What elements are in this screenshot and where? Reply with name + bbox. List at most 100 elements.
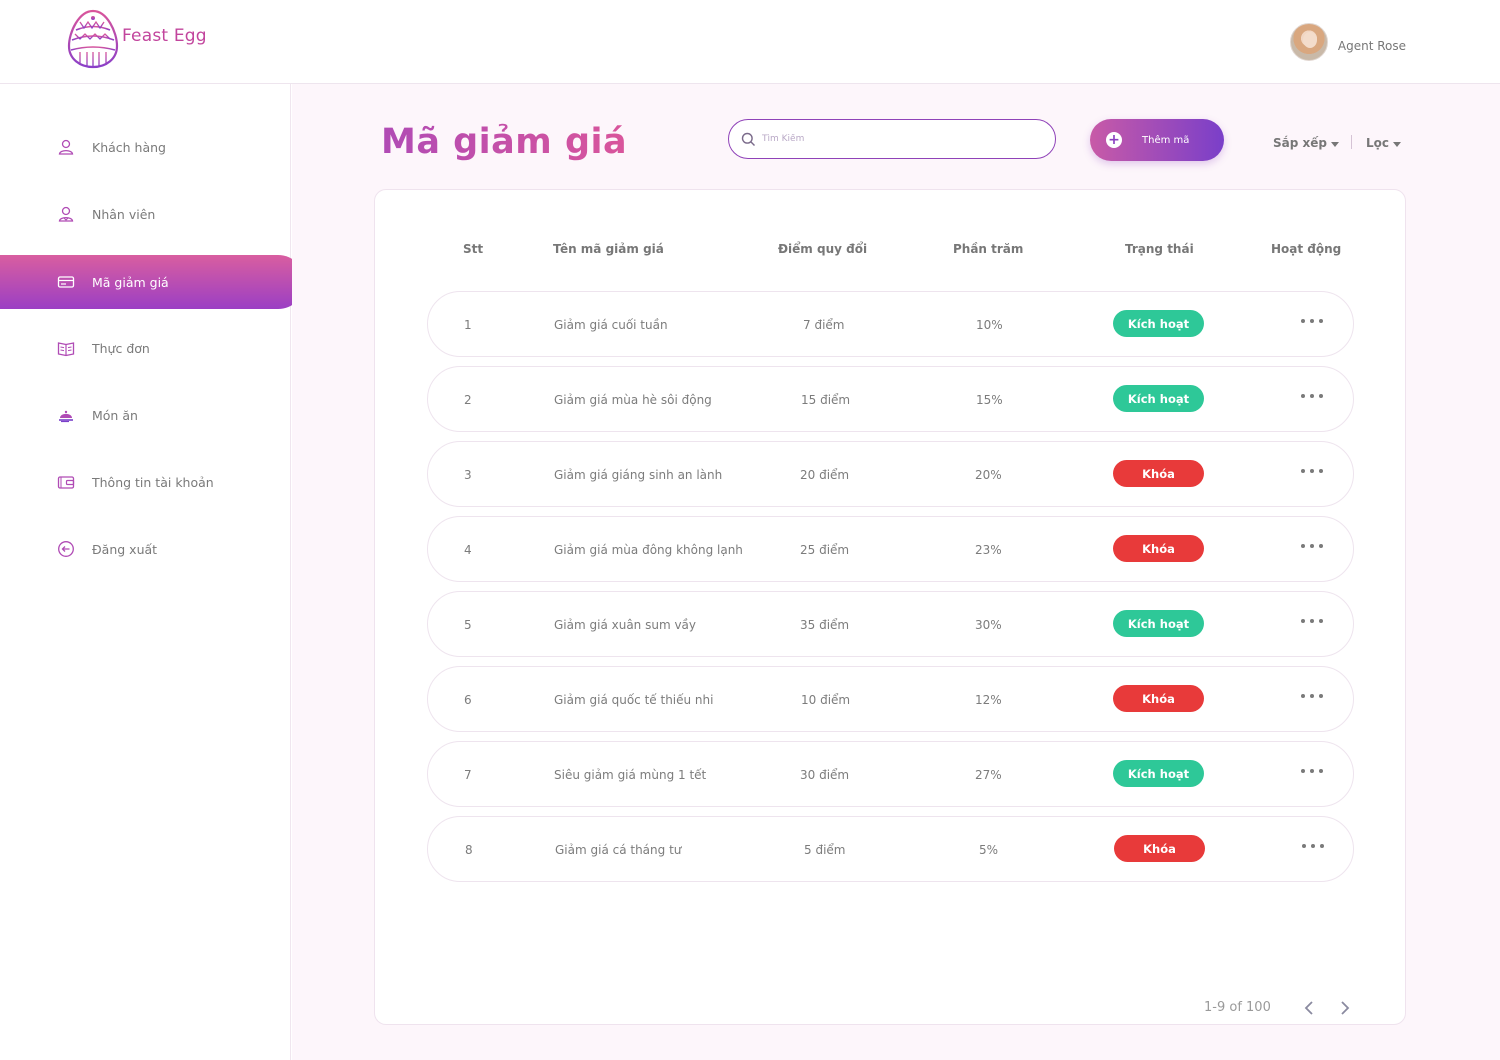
row-stt: 2 (464, 393, 472, 407)
caret-down-icon (1330, 141, 1339, 147)
more-options-icon[interactable] (1301, 464, 1323, 478)
row-stt: 3 (464, 468, 472, 482)
status-badge[interactable]: Khóa (1113, 685, 1204, 712)
row-percent: 5% (979, 843, 999, 857)
search-box[interactable] (728, 119, 1056, 159)
egg-logo-icon (67, 9, 119, 69)
sidebar-item-staff[interactable]: Nhân viên (0, 187, 305, 241)
discount-table-card: Stt Tên mã giảm giá Điểm quy đổi Phần tr… (374, 189, 1406, 1025)
more-options-icon[interactable] (1301, 539, 1323, 553)
page-title: Mã giảm giá (381, 122, 628, 162)
row-points: 7 điểm (803, 318, 845, 332)
table-row[interactable]: 2 Giảm giá mùa hè sôi động 15 điểm 15% K… (427, 366, 1354, 432)
row-name: Giảm giá cá tháng tư (555, 843, 682, 857)
row-stt: 8 (465, 843, 473, 857)
row-name: Siêu giảm giá mùng 1 tết (554, 768, 707, 782)
logout-icon (56, 539, 76, 559)
table-row[interactable]: 3 Giảm giá giáng sinh an lành 20 điểm 20… (427, 441, 1354, 507)
row-name: Giảm giá giáng sinh an lành (554, 468, 723, 482)
user-profile[interactable]: Agent Rose (1289, 23, 1406, 61)
row-stt: 6 (464, 693, 472, 707)
more-options-icon[interactable] (1301, 614, 1323, 628)
row-percent: 27% (975, 768, 1002, 782)
user-name: Agent Rose (1337, 39, 1406, 53)
status-badge[interactable]: Kích hoạt (1113, 760, 1204, 787)
sidebar-item-dishes[interactable]: Món ăn (0, 388, 305, 442)
sidebar-item-discount-codes[interactable]: Mã giảm giá (0, 255, 305, 309)
row-points: 10 điểm (801, 693, 851, 707)
column-header-status: Trạng thái (1125, 242, 1194, 256)
column-header-points: Điểm quy đổi (778, 242, 868, 256)
table-row[interactable]: 6 Giảm giá quốc tế thiếu nhi 10 điểm 12%… (427, 666, 1354, 732)
row-points: 35 điểm (800, 618, 850, 632)
more-options-icon[interactable] (1302, 839, 1324, 853)
next-page-button[interactable] (1337, 998, 1353, 1018)
table-row[interactable]: 8 Giảm giá cá tháng tư 5 điểm 5% Khóa (427, 816, 1354, 882)
user-icon (56, 137, 76, 157)
filter-dropdown[interactable]: Lọc (1366, 136, 1402, 150)
sidebar-item-label: Thực đơn (92, 340, 150, 356)
sidebar: Khách hàng Nhân viên Mã giảm giá Thực đơ… (0, 84, 305, 1060)
row-percent: 10% (976, 318, 1003, 332)
sidebar-item-label: Nhân viên (92, 206, 156, 222)
column-header-percent: Phần trăm (953, 242, 1024, 256)
table-row[interactable]: 1 Giảm giá cuối tuần 7 điểm 10% Kích hoạ… (427, 291, 1354, 357)
add-code-button[interactable]: + Thêm mã (1090, 119, 1224, 161)
status-badge[interactable]: Kích hoạt (1113, 610, 1204, 637)
sidebar-item-label: Mã giảm giá (92, 274, 169, 290)
food-cloche-icon (56, 405, 76, 425)
sidebar-item-label: Món ăn (92, 407, 138, 423)
pagination-info: 1-9 of 100 (1204, 1000, 1271, 1015)
ticket-icon (56, 272, 76, 292)
divider (1351, 135, 1352, 149)
row-percent: 23% (975, 543, 1002, 557)
top-header: Feast Egg Agent Rose (0, 0, 1500, 84)
logo[interactable]: Feast Egg (66, 8, 207, 70)
status-badge[interactable]: Kích hoạt (1113, 310, 1204, 337)
row-name: Giảm giá cuối tuần (554, 318, 668, 332)
status-badge[interactable]: Kích hoạt (1113, 385, 1204, 412)
row-percent: 20% (975, 468, 1002, 482)
more-options-icon[interactable] (1301, 314, 1323, 328)
row-points: 20 điểm (800, 468, 850, 482)
sidebar-item-logout[interactable]: Đăng xuất (0, 522, 305, 576)
table-row[interactable]: 4 Giảm giá mùa đông không lạnh 25 điểm 2… (427, 516, 1354, 582)
sidebar-item-label: Đăng xuất (92, 541, 158, 557)
chevron-right-icon (1341, 1001, 1350, 1015)
more-options-icon[interactable] (1301, 764, 1323, 778)
filter-label: Lọc (1366, 136, 1390, 150)
sort-dropdown[interactable]: Sắp xếp (1273, 136, 1339, 150)
row-stt: 1 (464, 318, 472, 332)
row-stt: 4 (464, 543, 472, 557)
plus-icon: + (1106, 132, 1122, 148)
row-percent: 30% (975, 618, 1002, 632)
status-badge[interactable]: Khóa (1114, 835, 1205, 862)
caret-down-icon (1393, 141, 1402, 147)
add-code-label: Thêm mã (1142, 134, 1190, 146)
more-options-icon[interactable] (1301, 689, 1323, 703)
status-badge[interactable]: Khóa (1113, 460, 1204, 487)
table-row[interactable]: 7 Siêu giảm giá mùng 1 tết 30 điểm 27% K… (427, 741, 1354, 807)
sidebar-item-label: Khách hàng (92, 139, 166, 155)
avatar[interactable] (1289, 23, 1328, 61)
wallet-icon (56, 472, 76, 492)
row-name: Giảm giá mùa hè sôi động (554, 393, 712, 407)
column-header-stt: Stt (463, 242, 484, 256)
chevron-left-icon (1304, 1001, 1313, 1015)
row-percent: 12% (975, 693, 1002, 707)
row-points: 15 điểm (801, 393, 851, 407)
app-name: Feast Egg (122, 26, 207, 46)
sort-label: Sắp xếp (1273, 136, 1327, 150)
sidebar-item-label: Thông tin tài khoản (92, 474, 214, 490)
table-row[interactable]: 5 Giảm giá xuân sum vầy 35 điểm 30% Kích… (427, 591, 1354, 657)
row-points: 30 điểm (800, 768, 850, 782)
sidebar-item-menu[interactable]: Thực đơn (0, 321, 305, 375)
more-options-icon[interactable] (1301, 389, 1323, 403)
previous-page-button[interactable] (1301, 998, 1317, 1018)
search-input[interactable] (762, 134, 1042, 144)
sidebar-item-customers[interactable]: Khách hàng (0, 120, 305, 174)
row-stt: 5 (464, 618, 472, 632)
row-percent: 15% (976, 393, 1003, 407)
status-badge[interactable]: Khóa (1113, 535, 1204, 562)
sidebar-item-account-info[interactable]: Thông tin tài khoản (0, 455, 305, 509)
